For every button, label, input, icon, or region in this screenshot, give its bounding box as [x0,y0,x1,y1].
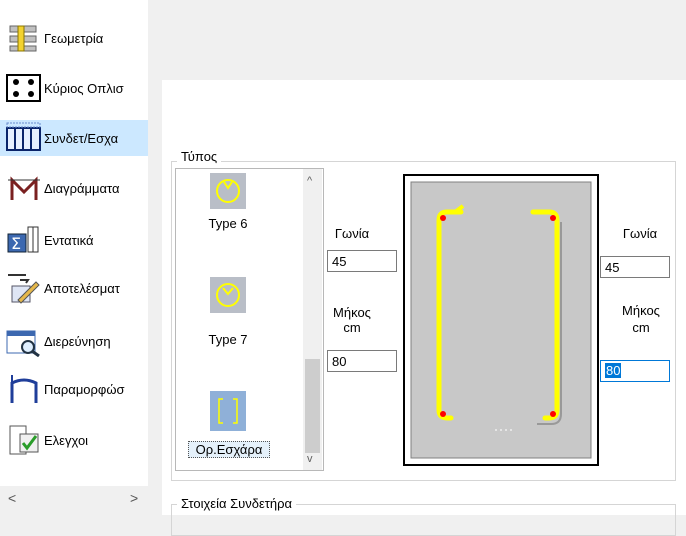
nav-label: Αποτελέσματ [44,280,120,296]
main-rebar-icon [6,72,42,104]
list-vertical-scrollbar[interactable]: ^ v [303,169,322,470]
right-length-unit-label: cm [632,320,650,335]
nav-item-main-rebar[interactable]: Κύριος Οπλισ [0,70,148,106]
nav-item-stirrups-selected[interactable]: Συνδετ/Εσχα [0,120,148,156]
scroll-thumb[interactable] [305,359,320,453]
left-length-input[interactable] [327,350,397,372]
nav-item-checks[interactable]: Ελεγχοι [0,422,148,458]
stirrup-preview [403,174,599,466]
nav-item-investigation[interactable]: Διερεύνηση [0,323,148,359]
diagram-icon [6,172,42,204]
scroll-right-icon[interactable]: > [130,490,138,506]
nav-label: Κύριος Οπλισ [44,80,124,96]
mesh-rect-icon [210,391,246,431]
right-length-label: Μήκος [622,303,660,318]
right-angle-input[interactable] [600,256,670,278]
scroll-up-icon[interactable]: ^ [307,175,312,187]
nav-item-forces[interactable]: Σ Εντατικά [0,222,148,258]
nav-label: Συνδετ/Εσχα [44,130,119,146]
nav-label: Ελεγχοι [44,432,89,448]
nav-item-diagrams[interactable]: Διαγράμματα [0,170,148,206]
stirrup-drawing [410,181,592,459]
top-blank-area [148,0,686,80]
list-item[interactable]: Type 6 [176,169,304,231]
stirrup-info-legend: Στοιχεία Συνδετήρα [177,496,297,511]
scroll-down-icon[interactable]: v [307,453,313,465]
nav-item-results[interactable]: Αποτελέσματ [0,270,148,306]
geometry-icon [6,22,42,54]
stirrup-mesh-icon [6,122,42,154]
svg-text:Σ: Σ [11,234,21,253]
nav-item-deformations[interactable]: Παραμορφώσ [0,371,148,407]
left-length-label: Μήκος [333,305,371,320]
list-item-selected[interactable]: Ορ.Εσχάρα [176,381,304,467]
stirrup-type-list[interactable]: Type 6 Type 7 Ορ.Εσχάρα ^ v [175,168,324,471]
type-group-legend: Τύπος [177,149,222,164]
nav-label: Γεωμετρία [44,30,104,46]
results-edit-icon [6,272,42,304]
deformation-icon [6,373,42,405]
left-angle-label: Γωνία [334,226,370,241]
investigation-icon [6,325,42,358]
nav-item-geometry[interactable]: Γεωμετρία [0,20,148,56]
left-length-unit-label: cm [343,320,361,335]
right-length-input[interactable]: 80 [600,360,670,382]
selected-text: 80 [605,363,622,378]
right-angle-label: Γωνία [622,226,658,241]
nav-label: Παραμορφώσ [44,381,125,397]
nav-label: Διαγράμματα [44,180,120,196]
stirrup-circle-icon [210,277,246,313]
list-item-name: Type 6 [208,216,248,231]
sigma-forces-icon: Σ [6,224,42,256]
list-item[interactable]: Type 7 [176,269,304,349]
navigation-panel: Γεωμετρία Κύριος Οπλισ Συνδετ/Εσχα Διαγρ… [0,0,148,515]
left-angle-input[interactable] [327,250,397,272]
horizontal-scrollbar[interactable]: < > [0,486,148,515]
stirrup-circle-icon [210,173,246,209]
checks-icon [6,424,42,456]
list-item-name: Ορ.Εσχάρα [188,441,270,458]
nav-label: Εντατικά [44,232,94,248]
nav-label: Διερεύνηση [44,333,111,349]
scroll-left-icon[interactable]: < [8,490,16,506]
list-item-name: Type 7 [208,332,248,347]
